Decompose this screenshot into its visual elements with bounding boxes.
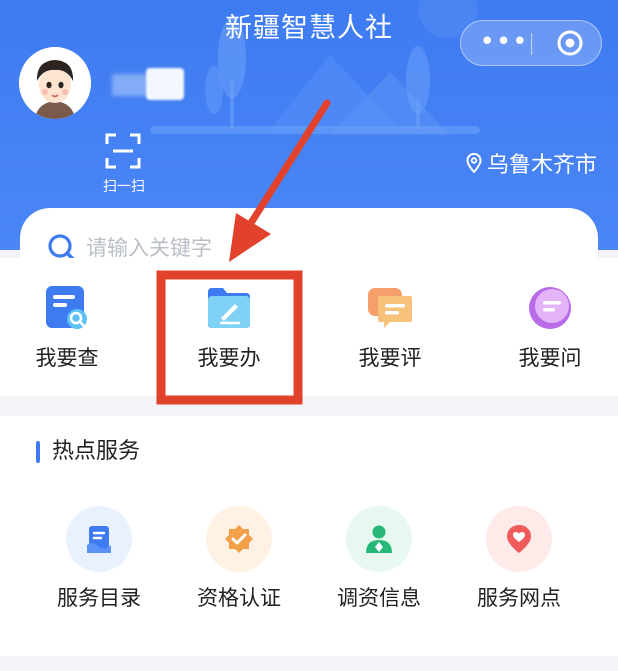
folder-edit-icon <box>208 288 250 328</box>
feature-label: 我要办 <box>197 346 261 370</box>
feature-evaluate[interactable]: 我要评 <box>340 284 440 374</box>
feature-query[interactable]: 我要查 <box>17 284 117 374</box>
service-outlets[interactable]: 服务网点 <box>459 506 579 616</box>
service-salary-info[interactable]: 调资信息 <box>319 506 439 616</box>
service-label: 服务网点 <box>477 586 561 610</box>
certification-badge-icon <box>206 506 272 572</box>
chat-comment-icon <box>368 288 412 328</box>
cartoon-avatar-icon <box>19 47 91 119</box>
person-salary-icon <box>346 506 412 572</box>
location-text: 乌鲁木齐市 <box>487 153 598 178</box>
feature-ask[interactable]: 我要问 <box>500 284 600 374</box>
doc-search-icon <box>46 286 87 329</box>
capsule-divider <box>531 33 532 55</box>
bottom-spacer <box>0 656 618 671</box>
location-selector[interactable]: 乌鲁木齐市 <box>466 150 598 178</box>
feature-label: 我要问 <box>518 346 582 370</box>
scan-button[interactable]: 扫一扫 <box>96 130 152 196</box>
miniprogram-capsule: ••• <box>460 20 602 66</box>
feature-label: 我要评 <box>358 346 422 370</box>
section-accent-bar <box>36 441 40 463</box>
feature-handle[interactable]: 我要办 <box>179 284 279 374</box>
scan-icon <box>105 133 141 169</box>
feature-label: 我要查 <box>35 346 99 370</box>
service-label: 调资信息 <box>337 586 421 610</box>
service-label: 服务目录 <box>57 586 141 610</box>
service-catalog[interactable]: 服务目录 <box>39 506 159 616</box>
more-options-icon[interactable]: ••• <box>479 29 529 55</box>
service-label: 资格认证 <box>197 586 281 610</box>
avatar[interactable] <box>19 47 91 119</box>
question-bubble-icon <box>529 287 571 329</box>
location-pin-icon <box>466 153 482 173</box>
scan-label: 扫一扫 <box>103 179 145 195</box>
catalog-icon <box>66 506 132 572</box>
service-certification[interactable]: 资格认证 <box>179 506 299 616</box>
close-target-icon[interactable] <box>557 30 583 56</box>
section-title: 热点服务 <box>52 439 141 464</box>
username-blurred <box>112 68 184 100</box>
location-heart-icon <box>486 506 552 572</box>
